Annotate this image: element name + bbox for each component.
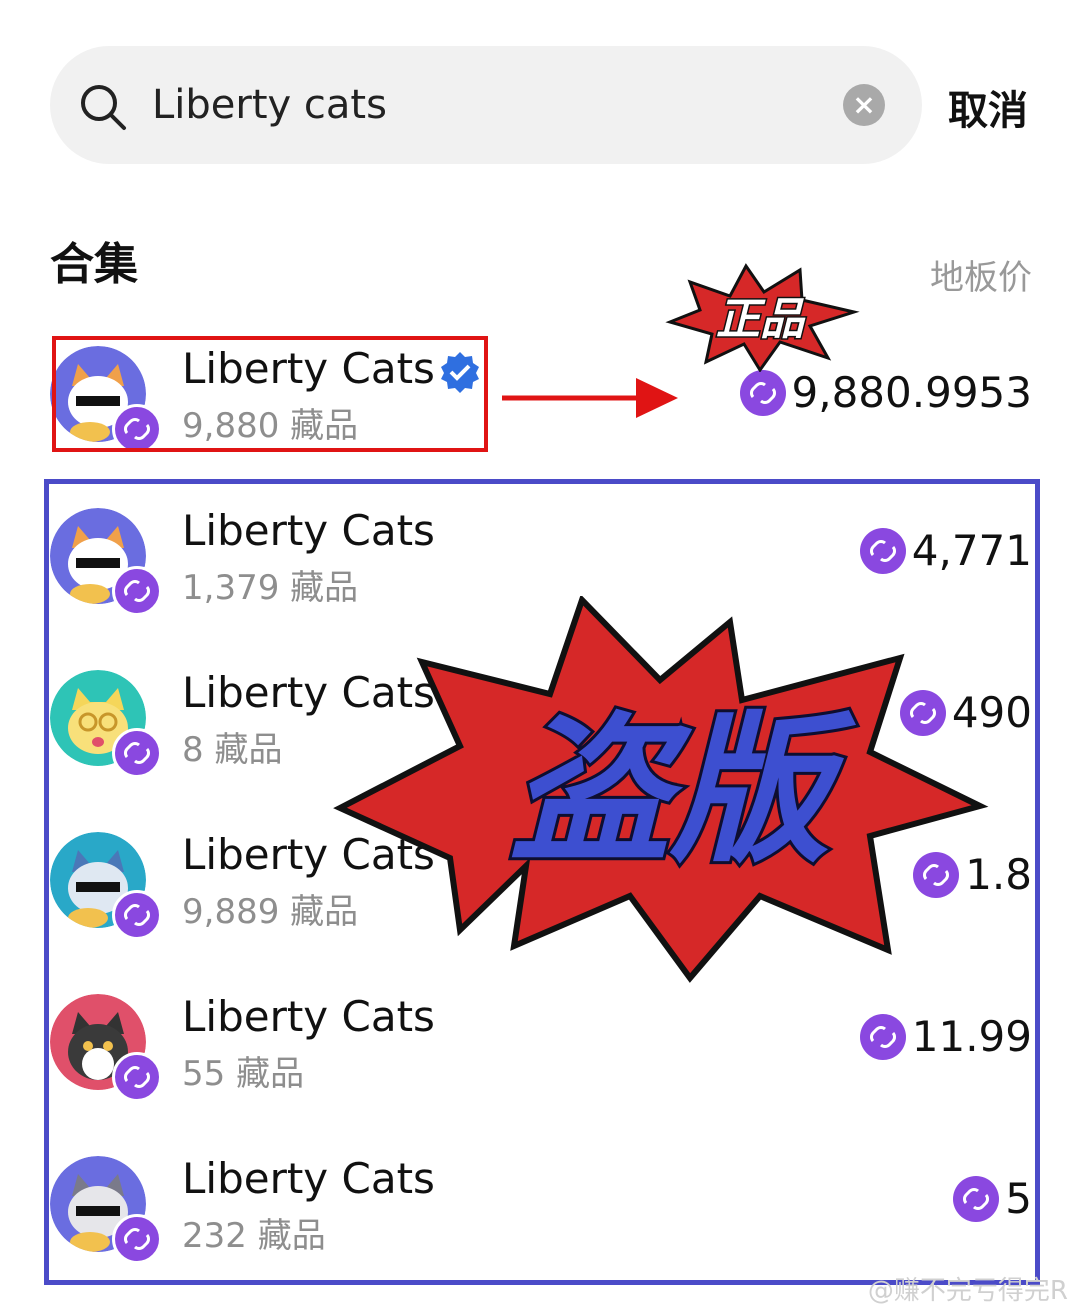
floor-price-header: 地板价 [930, 258, 1032, 298]
genuine-label: 正品 [716, 294, 806, 345]
watermark: @赚不完亏得完R [867, 1276, 1068, 1306]
pirated-label: 盗版 [510, 697, 857, 884]
polygon-icon [739, 369, 786, 416]
search-input[interactable]: Liberty cats [152, 76, 387, 134]
floor-price: 9,880.9953 [739, 368, 1032, 417]
cancel-button[interactable]: 取消 [948, 78, 1028, 136]
price-value: 9,880.9953 [791, 368, 1032, 417]
search-icon [81, 85, 126, 130]
pirated-burst-badge: 盗版 [333, 596, 989, 983]
section-title: 合集 [50, 239, 138, 290]
clear-icon[interactable]: × [843, 84, 885, 126]
search-bar[interactable]: Liberty cats × [50, 46, 922, 164]
genuine-highlight-box [52, 336, 488, 452]
genuine-burst-badge: 正品 [665, 263, 860, 372]
arrow-right-icon [502, 378, 678, 418]
